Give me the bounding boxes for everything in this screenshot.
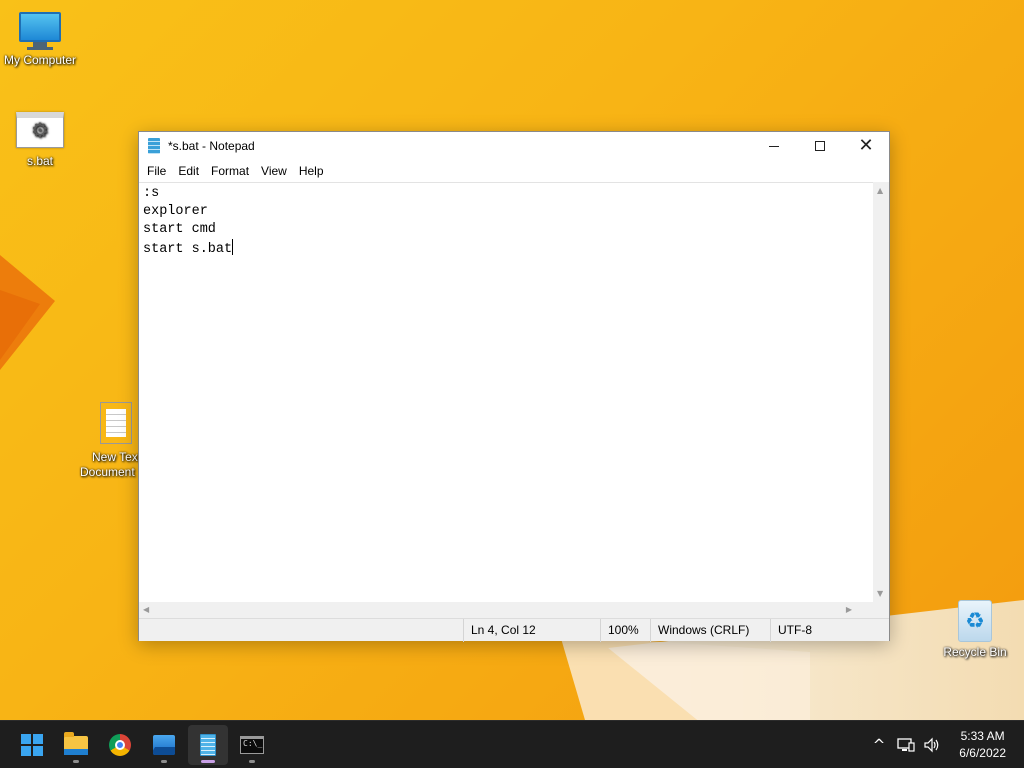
bat-file-icon: ⚙ bbox=[16, 112, 64, 148]
photos-icon bbox=[153, 735, 175, 755]
network-button[interactable] bbox=[894, 721, 918, 768]
editor-line: start cmd bbox=[143, 222, 216, 237]
running-indicator bbox=[161, 760, 167, 763]
status-line-ending: Windows (CRLF) bbox=[650, 619, 770, 642]
menu-view[interactable]: View bbox=[255, 160, 293, 182]
vertical-scrollbar[interactable]: ▲ ▼ bbox=[873, 182, 889, 602]
clock-date: 6/6/2022 bbox=[959, 746, 1006, 760]
clock-time: 5:33 AM bbox=[960, 729, 1005, 743]
scroll-up-icon[interactable]: ▲ bbox=[877, 186, 883, 195]
taskbar-terminal[interactable]: C:\_ bbox=[232, 725, 272, 765]
active-indicator bbox=[201, 760, 215, 763]
network-icon bbox=[897, 738, 915, 752]
editor-line-last: start s.bat bbox=[143, 239, 870, 257]
menu-bar: File Edit Format View Help bbox=[139, 160, 889, 182]
menu-format[interactable]: Format bbox=[205, 160, 255, 182]
notepad-window: *s.bat - Notepad ✕ File Edit Format View… bbox=[138, 131, 890, 642]
clock[interactable]: 5:33 AM 6/6/2022 bbox=[959, 728, 1006, 762]
monitor-icon bbox=[19, 12, 61, 42]
title-bar[interactable]: *s.bat - Notepad ✕ bbox=[139, 132, 889, 160]
desktop-icon-my-computer[interactable]: My Computer bbox=[0, 12, 80, 68]
text-caret bbox=[232, 239, 234, 255]
minimize-button[interactable] bbox=[751, 132, 797, 160]
status-bar: Ln 4, Col 12 100% Windows (CRLF) UTF-8 bbox=[139, 618, 889, 642]
windows-logo-icon bbox=[21, 734, 43, 756]
start-button[interactable] bbox=[12, 725, 52, 765]
desktop-icon-label: My Computer bbox=[3, 53, 77, 67]
taskbar-photos[interactable] bbox=[144, 725, 184, 765]
horizontal-scrollbar[interactable]: ◀ ▶ bbox=[139, 602, 874, 618]
window-controls: ✕ bbox=[751, 132, 889, 160]
running-indicator bbox=[73, 760, 79, 763]
editor-line: :s bbox=[143, 186, 160, 201]
taskbar: C:\_ ^ 5:33 AM 6/6/2022 bbox=[0, 720, 1024, 768]
recycle-bin-icon: ♻ bbox=[958, 600, 992, 642]
taskbar-notepad[interactable] bbox=[188, 725, 228, 765]
text-editor[interactable]: :s explorer start cmd start s.bat bbox=[139, 182, 874, 602]
window-title: *s.bat - Notepad bbox=[168, 139, 255, 153]
status-zoom: 100% bbox=[600, 619, 650, 642]
maximize-button[interactable] bbox=[797, 132, 843, 160]
text-file-icon bbox=[100, 402, 132, 444]
chevron-up-icon: ^ bbox=[872, 736, 886, 754]
close-icon: ✕ bbox=[858, 135, 874, 156]
close-button[interactable]: ✕ bbox=[843, 132, 889, 160]
desktop-icon-label: s.bat bbox=[26, 154, 53, 168]
menu-file[interactable]: File bbox=[141, 160, 172, 182]
editor-line: explorer bbox=[143, 204, 208, 219]
status-position: Ln 4, Col 12 bbox=[463, 619, 599, 642]
desktop-icon-recycle-bin[interactable]: ♻ Recycle Bin bbox=[935, 600, 1015, 660]
scroll-down-icon[interactable]: ▼ bbox=[877, 589, 883, 598]
volume-icon bbox=[924, 737, 939, 753]
volume-button[interactable] bbox=[920, 721, 944, 768]
desktop-icon-s-bat[interactable]: ⚙ s.bat bbox=[0, 112, 80, 169]
cmd-icon: C:\_ bbox=[240, 736, 264, 754]
desktop-icon-label: Recycle Bin bbox=[943, 645, 1007, 659]
menu-edit[interactable]: Edit bbox=[172, 160, 205, 182]
notepad-icon bbox=[200, 734, 216, 756]
gear-icon: ⚙ bbox=[31, 120, 49, 142]
folder-icon bbox=[64, 731, 88, 755]
minimize-icon bbox=[769, 145, 779, 147]
show-hidden-icons-button[interactable]: ^ bbox=[866, 721, 892, 768]
scroll-left-icon[interactable]: ◀ bbox=[143, 605, 149, 614]
taskbar-chrome[interactable] bbox=[100, 725, 140, 765]
scrollbar-corner bbox=[873, 602, 889, 618]
maximize-icon bbox=[815, 141, 825, 151]
taskbar-file-explorer[interactable] bbox=[56, 725, 96, 765]
running-indicator bbox=[249, 760, 255, 763]
chrome-icon bbox=[109, 734, 131, 756]
editor-line-text: start s.bat bbox=[143, 242, 233, 257]
status-encoding: UTF-8 bbox=[770, 619, 870, 642]
notepad-icon bbox=[148, 138, 160, 154]
menu-help[interactable]: Help bbox=[293, 160, 330, 182]
scroll-right-icon[interactable]: ▶ bbox=[846, 605, 852, 614]
